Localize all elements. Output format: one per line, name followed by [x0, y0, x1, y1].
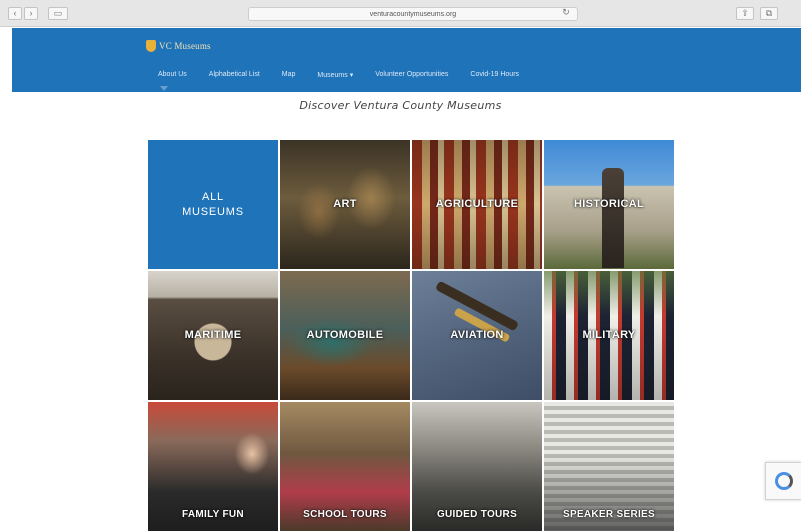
recaptcha-icon — [775, 472, 793, 490]
tile-label: MARITIME — [184, 329, 242, 342]
nav-volunteer-opportunities[interactable]: Volunteer Opportunities — [375, 71, 448, 79]
tile-agriculture[interactable]: AGRICULTURE — [412, 140, 542, 269]
tile-label: AUTOMOBILE — [306, 329, 384, 342]
tile-all-museums[interactable]: ALL MUSEUMS — [148, 140, 278, 269]
tile-school-tours[interactable]: SCHOOL TOURS — [280, 402, 410, 531]
tile-label: SCHOOL TOURS — [303, 508, 387, 520]
tabs-icon[interactable]: ⧉ — [760, 7, 778, 20]
tile-label: HISTORICAL — [573, 198, 645, 211]
forward-icon[interactable]: › — [24, 7, 38, 20]
tile-label: ART — [333, 198, 357, 211]
back-icon[interactable]: ‹ — [8, 7, 22, 20]
tile-label: ALL MUSEUMS — [182, 190, 244, 218]
tile-military[interactable]: MILITARY — [544, 271, 674, 400]
nav-indicator-icon — [160, 86, 168, 91]
tile-historical[interactable]: HISTORICAL — [544, 140, 674, 269]
site-header: VC Museums About Us Alphabetical List Ma… — [12, 28, 801, 92]
reload-icon[interactable]: ↻ — [560, 7, 572, 20]
tile-label: SPEAKER SERIES — [562, 508, 655, 520]
tile-aviation[interactable]: AVIATION — [412, 271, 542, 400]
address-bar[interactable]: venturacountymuseums.org — [248, 7, 578, 21]
sidebar-icon[interactable]: ▭ — [48, 7, 68, 20]
tile-label: AGRICULTURE — [435, 198, 519, 211]
nav-alphabetical-list[interactable]: Alphabetical List — [209, 71, 260, 79]
nav-map[interactable]: Map — [282, 71, 296, 79]
tile-automobile[interactable]: AUTOMOBILE — [280, 271, 410, 400]
nav-covid-hours[interactable]: Covid-19 Hours — [470, 71, 519, 79]
tile-label: GUIDED TOURS — [436, 508, 518, 520]
tile-family-fun[interactable]: FAMILY FUN — [148, 402, 278, 531]
logo-icon — [146, 40, 156, 52]
browser-toolbar: ‹ › ▭ venturacountymuseums.org ↻ ⇪ ⧉ — [0, 0, 801, 27]
nav-about-us[interactable]: About Us — [158, 71, 187, 79]
share-icon[interactable]: ⇪ — [736, 7, 754, 20]
museum-category-grid: ALL MUSEUMS ART AGRICULTURE HISTORICAL M… — [148, 140, 675, 531]
tile-speaker-series[interactable]: SPEAKER SERIES — [544, 402, 674, 531]
tile-label: AVIATION — [450, 329, 504, 342]
tile-label: MILITARY — [582, 329, 636, 342]
nav-museums[interactable]: Museums ▾ — [317, 71, 353, 79]
tile-art[interactable]: ART — [280, 140, 410, 269]
page-title: Discover Ventura County Museums — [299, 99, 502, 112]
tile-maritime[interactable]: MARITIME — [148, 271, 278, 400]
tile-guided-tours[interactable]: GUIDED TOURS — [412, 402, 542, 531]
site-logo[interactable]: VC Museums — [146, 39, 211, 53]
tile-label: FAMILY FUN — [182, 508, 244, 520]
logo-text: VC Museums — [159, 41, 211, 51]
main-nav: About Us Alphabetical List Map Museums ▾… — [158, 71, 541, 79]
recaptcha-badge[interactable] — [765, 462, 801, 500]
